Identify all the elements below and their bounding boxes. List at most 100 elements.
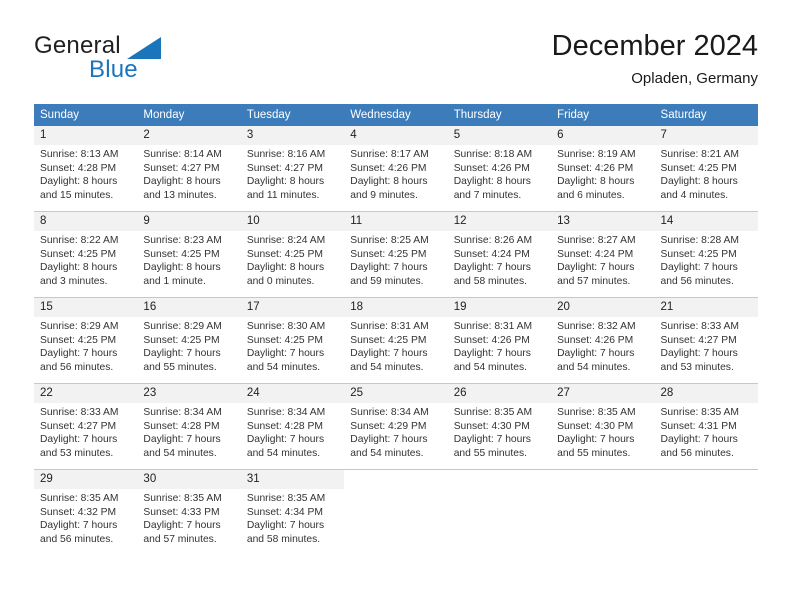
day-cell[interactable]: 9 Sunrise: 8:23 AM Sunset: 4:25 PM Daylight… [137, 212, 241, 298]
sunset-text: Sunset: 4:27 PM [246, 162, 323, 174]
day-cell[interactable]: 26 Sunrise: 8:35 AM Sunset: 4:30 PM Dayligh… [447, 384, 552, 470]
day-cell[interactable]: 4 Sunrise: 8:17 AM Sunset: 4:26 PM Daylight… [344, 126, 448, 212]
weekday-header-monday: Monday [137, 104, 241, 126]
day-details: Sunrise: 8:34 AM Sunset: 4:28 PM Daylight:… [137, 403, 240, 461]
daylight-text-line1: Daylight: 8 hours [40, 262, 118, 274]
daylight-text-line2: and 54 minutes. [350, 362, 424, 374]
daylight-text-line2: and 58 minutes. [246, 534, 321, 546]
day-details: Sunrise: 8:35 AM Sunset: 4:31 PM Daylight:… [655, 403, 758, 461]
sunset-text: Sunset: 4:28 PM [40, 162, 117, 174]
day-cell[interactable]: 10 Sunrise: 8:24 AM Sunset: 4:25 PM Dayligh… [240, 212, 345, 298]
day-cell[interactable]: 18 Sunrise: 8:31 AM Sunset: 4:25 PM Dayligh… [344, 298, 448, 384]
day-number: 5 [447, 126, 552, 145]
calendar-body: 1 Sunrise: 8:13 AM Sunset: 4:28 PM Daylight… [34, 126, 758, 555]
day-details: Sunrise: 8:29 AM Sunset: 4:25 PM Daylight:… [137, 317, 240, 375]
day-cell[interactable]: 14 Sunrise: 8:28 AM Sunset: 4:25 PM Dayligh… [654, 212, 758, 298]
page-title: December 2024 [551, 30, 758, 62]
daylight-text-line1: Daylight: 7 hours [246, 520, 325, 532]
day-details: Sunrise: 8:30 AM Sunset: 4:25 PM Daylight:… [241, 317, 344, 375]
sunrise-text: Sunrise: 8:16 AM [246, 149, 326, 160]
day-cell[interactable]: 21 Sunrise: 8:33 AM Sunset: 4:27 PM Dayligh… [654, 298, 758, 384]
day-cell[interactable]: 7 Sunrise: 8:21 AM Sunset: 4:25 PM Daylight… [654, 126, 758, 212]
daylight-text-line1: Daylight: 7 hours [660, 434, 738, 446]
day-cell[interactable]: 20 Sunrise: 8:32 AM Sunset: 4:26 PM Dayligh… [551, 298, 655, 384]
day-cell[interactable]: 27 Sunrise: 8:35 AM Sunset: 4:30 PM Dayligh… [551, 384, 655, 470]
daylight-text-line1: Daylight: 8 hours [453, 176, 531, 188]
daylight-text-line2: and 4 minutes. [660, 190, 729, 202]
day-details: Sunrise: 8:35 AM Sunset: 4:30 PM Daylight:… [448, 403, 551, 461]
sunset-text: Sunset: 4:30 PM [557, 420, 634, 432]
daylight-text-line2: and 55 minutes. [143, 362, 217, 374]
week-row: 8 Sunrise: 8:22 AM Sunset: 4:25 PM Daylight… [34, 212, 758, 298]
daylight-text-line1: Daylight: 8 hours [557, 176, 635, 188]
sunrise-text: Sunrise: 8:22 AM [40, 235, 119, 246]
weekday-header-saturday: Saturday [654, 104, 758, 126]
day-cell[interactable]: 25 Sunrise: 8:34 AM Sunset: 4:29 PM Dayligh… [344, 384, 448, 470]
sunrise-text: Sunrise: 8:35 AM [246, 493, 326, 504]
day-number: 4 [344, 126, 448, 145]
day-cell[interactable]: 6 Sunrise: 8:19 AM Sunset: 4:26 PM Daylight… [551, 126, 655, 212]
day-number: 16 [137, 298, 241, 317]
day-cell[interactable]: 2 Sunrise: 8:14 AM Sunset: 4:27 PM Daylight… [137, 126, 241, 212]
daylight-text-line1: Daylight: 7 hours [557, 262, 635, 274]
day-cell[interactable]: 13 Sunrise: 8:27 AM Sunset: 4:24 PM Dayligh… [551, 212, 655, 298]
general-blue-logo[interactable]: General Blue [34, 32, 264, 92]
sunrise-text: Sunrise: 8:14 AM [143, 149, 222, 160]
sunrise-text: Sunrise: 8:35 AM [40, 493, 119, 504]
day-cell[interactable]: 8 Sunrise: 8:22 AM Sunset: 4:25 PM Daylight… [34, 212, 138, 298]
day-cell[interactable]: 5 Sunrise: 8:18 AM Sunset: 4:26 PM Daylight… [447, 126, 552, 212]
daylight-text-line1: Daylight: 7 hours [453, 348, 531, 360]
day-cell[interactable]: 30 Sunrise: 8:35 AM Sunset: 4:33 PM Dayligh… [137, 470, 241, 555]
day-cell[interactable]: 23 Sunrise: 8:34 AM Sunset: 4:28 PM Dayligh… [137, 384, 241, 470]
daylight-text-line2: and 3 minutes. [40, 276, 108, 288]
sunrise-text: Sunrise: 8:17 AM [350, 149, 429, 160]
day-cell[interactable]: 29 Sunrise: 8:35 AM Sunset: 4:32 PM Dayligh… [34, 470, 138, 555]
day-cell-empty [344, 470, 448, 555]
day-details: Sunrise: 8:21 AM Sunset: 4:25 PM Daylight:… [655, 145, 758, 203]
day-details: Sunrise: 8:14 AM Sunset: 4:27 PM Daylight:… [137, 145, 240, 203]
day-number: 30 [137, 470, 241, 489]
day-cell[interactable]: 3 Sunrise: 8:16 AM Sunset: 4:27 PM Daylight… [240, 126, 345, 212]
daylight-text-line1: Daylight: 7 hours [40, 348, 118, 360]
weekday-header-thursday: Thursday [447, 104, 552, 126]
sunrise-text: Sunrise: 8:27 AM [557, 235, 636, 246]
sunrise-text: Sunrise: 8:18 AM [453, 149, 533, 160]
day-cell-empty [551, 470, 655, 555]
sunrise-text: Sunrise: 8:35 AM [143, 493, 222, 504]
day-cell-empty [447, 470, 552, 555]
day-cell[interactable]: 31 Sunrise: 8:35 AM Sunset: 4:34 PM Dayligh… [240, 470, 345, 555]
sunset-text: Sunset: 4:27 PM [143, 162, 220, 174]
sunset-text: Sunset: 4:25 PM [40, 248, 117, 260]
sunrise-text: Sunrise: 8:35 AM [453, 407, 533, 418]
day-number [551, 470, 655, 489]
day-number: 27 [551, 384, 655, 403]
sunrise-text: Sunrise: 8:24 AM [246, 235, 326, 246]
day-cell[interactable]: 16 Sunrise: 8:29 AM Sunset: 4:25 PM Dayligh… [137, 298, 241, 384]
day-number: 12 [447, 212, 552, 231]
daylight-text-line1: Daylight: 7 hours [350, 434, 428, 446]
day-details: Sunrise: 8:29 AM Sunset: 4:25 PM Daylight:… [34, 317, 137, 375]
daylight-text-line1: Daylight: 7 hours [350, 348, 428, 360]
daylight-text-line2: and 0 minutes. [246, 276, 315, 288]
day-details: Sunrise: 8:28 AM Sunset: 4:25 PM Daylight:… [655, 231, 758, 289]
sunrise-text: Sunrise: 8:34 AM [143, 407, 222, 418]
day-cell[interactable]: 22 Sunrise: 8:33 AM Sunset: 4:27 PM Dayligh… [34, 384, 138, 470]
day-cell[interactable]: 15 Sunrise: 8:29 AM Sunset: 4:25 PM Dayligh… [34, 298, 138, 384]
daylight-text-line2: and 53 minutes. [40, 448, 114, 460]
day-cell[interactable]: 12 Sunrise: 8:26 AM Sunset: 4:24 PM Dayligh… [447, 212, 552, 298]
day-cell[interactable]: 28 Sunrise: 8:35 AM Sunset: 4:31 PM Dayligh… [654, 384, 758, 470]
daylight-text-line2: and 9 minutes. [350, 190, 418, 202]
sunrise-text: Sunrise: 8:23 AM [143, 235, 222, 246]
sunrise-text: Sunrise: 8:26 AM [453, 235, 533, 246]
daylight-text-line2: and 53 minutes. [660, 362, 734, 374]
daylight-text-line2: and 13 minutes. [143, 190, 217, 202]
day-cell[interactable]: 24 Sunrise: 8:34 AM Sunset: 4:28 PM Dayligh… [240, 384, 345, 470]
day-cell[interactable]: 17 Sunrise: 8:30 AM Sunset: 4:25 PM Dayligh… [240, 298, 345, 384]
day-cell[interactable]: 19 Sunrise: 8:31 AM Sunset: 4:26 PM Dayligh… [447, 298, 552, 384]
sunset-text: Sunset: 4:25 PM [660, 162, 737, 174]
day-cell[interactable]: 1 Sunrise: 8:13 AM Sunset: 4:28 PM Daylight… [34, 126, 138, 212]
day-number: 24 [240, 384, 345, 403]
week-row: 1 Sunrise: 8:13 AM Sunset: 4:28 PM Daylight… [34, 126, 758, 212]
day-number: 19 [447, 298, 552, 317]
day-cell[interactable]: 11 Sunrise: 8:25 AM Sunset: 4:25 PM Dayligh… [344, 212, 448, 298]
